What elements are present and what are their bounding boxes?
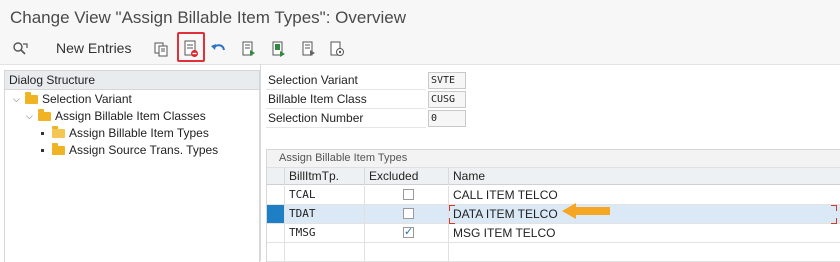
row-selector[interactable] (267, 243, 285, 261)
bullet-icon (41, 131, 44, 135)
config-icon[interactable] (326, 38, 348, 60)
selection-variant-field: SVTE (428, 72, 466, 89)
new-entries-button[interactable]: New Entries (56, 40, 131, 56)
name-input[interactable]: DATA ITEM TELCO (449, 205, 840, 223)
select-all-icon[interactable] (238, 38, 260, 60)
edit-corner-tr (831, 205, 837, 211)
name-cell[interactable]: CALL ITEM TELCO (449, 186, 840, 204)
excluded-checkbox[interactable] (403, 189, 414, 200)
bullet-icon (41, 148, 44, 152)
row-selector[interactable] (267, 224, 285, 242)
select-all-column[interactable] (267, 168, 285, 185)
tree-item-label: Selection Variant (42, 92, 132, 106)
selection-variant-label: Selection Variant (266, 71, 426, 90)
name-cell[interactable]: MSG ITEM TELCO (449, 224, 840, 242)
copy-icon[interactable] (150, 38, 172, 60)
panel-divider[interactable] (260, 64, 261, 261)
column-header-excluded[interactable]: Excluded (365, 168, 449, 185)
empty-cell[interactable] (365, 243, 449, 261)
empty-table-row[interactable] (267, 243, 840, 262)
tree-item-label: Assign Billable Item Classes (55, 109, 206, 123)
column-header-name[interactable]: Name (449, 168, 840, 185)
tree-item-label: Assign Source Trans. Types (69, 143, 219, 157)
excluded-checkbox[interactable] (403, 208, 414, 219)
tree-item-assign-billable-item-types[interactable]: Assign Billable Item Types (41, 125, 209, 141)
excluded-checkbox-checked[interactable]: ✓ (403, 227, 414, 238)
select-block-icon[interactable] (268, 38, 290, 60)
column-header-billitmtp[interactable]: BillItmTp. (285, 168, 365, 185)
tree-item-label: Assign Billable Item Types (69, 126, 209, 140)
undo-icon[interactable] (208, 38, 230, 60)
folder-icon (25, 91, 38, 104)
excluded-cell (365, 205, 449, 223)
chevron-down-icon[interactable]: ⌵ (26, 108, 38, 124)
delete-button-highlight (177, 32, 205, 62)
row-selector-active[interactable] (267, 205, 285, 223)
deselect-all-icon[interactable] (298, 38, 320, 60)
billable-item-class-label: Billable Item Class (266, 90, 426, 109)
excluded-cell (365, 186, 449, 204)
folder-open-icon (52, 125, 65, 138)
selection-number-field: 0 (428, 110, 466, 127)
table-row[interactable]: TMSG ✓ MSG ITEM TELCO (267, 224, 840, 243)
display-change-icon[interactable] (10, 38, 32, 60)
billitmtp-cell[interactable]: TMSG (285, 224, 365, 242)
tree-item-assign-billable-item-classes[interactable]: ⌵ Assign Billable Item Classes (26, 108, 206, 124)
edit-corner-tl (449, 205, 455, 211)
dialog-structure-panel: Dialog Structure ⌵ Selection Variant ⌵ A… (4, 70, 260, 262)
billable-item-types-table: Assign Billable Item Types BillItmTp. Ex… (266, 149, 840, 262)
row-selector[interactable] (267, 186, 285, 204)
folder-icon (52, 142, 65, 155)
table-row[interactable]: TCAL CALL ITEM TELCO (267, 186, 840, 205)
folder-icon (38, 108, 51, 121)
empty-cell[interactable] (285, 243, 365, 261)
chevron-down-icon[interactable]: ⌵ (13, 91, 25, 107)
table-caption: Assign Billable Item Types (267, 150, 840, 168)
dialog-structure-header: Dialog Structure (5, 71, 259, 90)
tree-item-assign-source-trans-types[interactable]: Assign Source Trans. Types (41, 142, 218, 158)
billitmtp-cell[interactable]: TDAT (285, 205, 365, 223)
tree-item-selection-variant[interactable]: ⌵ Selection Variant (13, 91, 132, 107)
toolbar: New Entries (0, 34, 840, 65)
selection-number-label: Selection Number (266, 109, 426, 128)
annotation-arrow-icon (562, 203, 610, 219)
billitmtp-cell[interactable]: TCAL (285, 186, 365, 204)
page-title: Change View "Assign Billable Item Types"… (10, 8, 407, 27)
billable-item-class-field: CUSG (428, 91, 466, 108)
title-bar: Change View "Assign Billable Item Types"… (0, 0, 840, 34)
table-row-selected[interactable]: TDAT DATA ITEM TELCO (267, 205, 840, 224)
excluded-cell: ✓ (365, 224, 449, 242)
